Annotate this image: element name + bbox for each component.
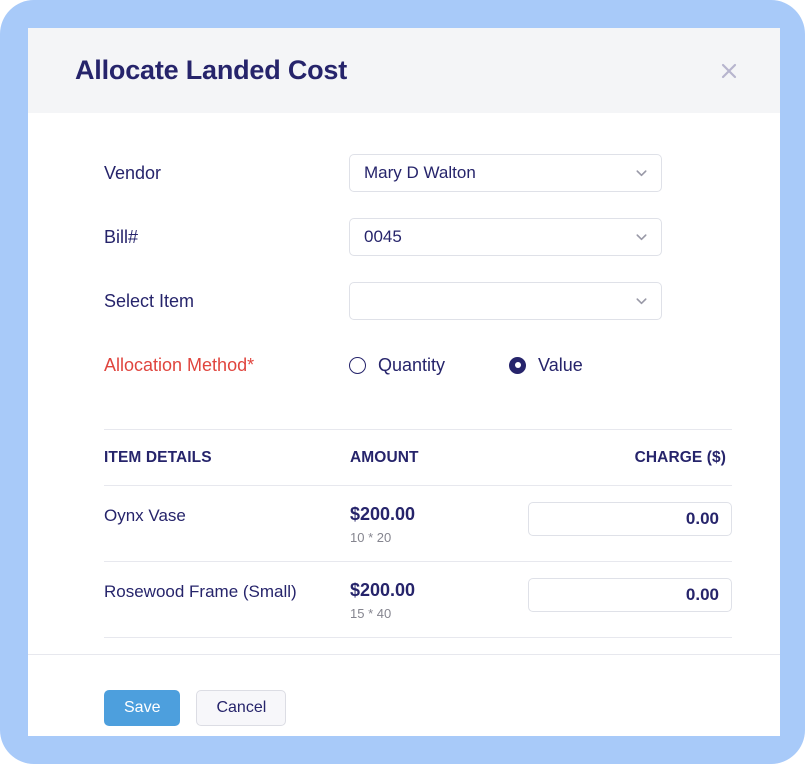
radio-value[interactable]: Value [509, 355, 583, 376]
charge-input[interactable] [528, 578, 732, 612]
item-amount-breakdown: 15 * 40 [350, 606, 392, 621]
radio-value-label: Value [538, 354, 583, 375]
bill-select-value: 0045 [364, 227, 402, 246]
table-header-row: ITEM DETAILS AMOUNT CHARGE ($) [104, 430, 732, 486]
vendor-label: Vendor [104, 162, 162, 183]
column-header-amount: AMOUNT [350, 448, 419, 466]
item-select[interactable] [349, 282, 662, 320]
item-amount-cell: $200.00 15 * 40 [350, 578, 490, 621]
item-amount-breakdown: 10 * 20 [350, 530, 392, 545]
cancel-button[interactable]: Cancel [196, 689, 287, 726]
item-name: Rosewood Frame (Small) [104, 582, 297, 601]
item-name: Oynx Vase [104, 506, 186, 525]
vendor-select-value: Mary D Walton [364, 163, 476, 182]
radio-checked-icon [509, 356, 527, 374]
item-details-table: ITEM DETAILS AMOUNT CHARGE ($) Oynx Vase… [104, 429, 732, 638]
modal-body: Vendor Mary D Walton Bill# 0045 Select I… [28, 113, 780, 654]
item-charge-cell [490, 578, 732, 612]
item-amount-cell: $200.00 10 * 20 [350, 502, 490, 545]
form-row-vendor: Vendor Mary D Walton [104, 141, 732, 205]
allocation-method-radio-group: Quantity Value [349, 355, 583, 376]
chevron-down-icon [634, 294, 649, 309]
column-header-charge: CHARGE ($) [634, 448, 726, 466]
allocation-method-label: Allocation Method* [104, 354, 255, 375]
form-row-allocation-method: Allocation Method* Quantity Value [104, 333, 732, 397]
form-row-select-item: Select Item [104, 269, 732, 333]
radio-quantity-label: Quantity [378, 354, 446, 375]
bill-select[interactable]: 0045 [349, 218, 662, 256]
table-row: Oynx Vase $200.00 10 * 20 [104, 486, 732, 562]
bill-label: Bill# [104, 226, 139, 247]
radio-unchecked-icon [349, 356, 366, 374]
select-item-label: Select Item [104, 290, 195, 311]
chevron-down-icon [634, 166, 649, 181]
item-amount: $200.00 [350, 504, 416, 524]
close-icon[interactable] [712, 54, 746, 88]
page-title: Allocate Landed Cost [75, 55, 348, 85]
radio-quantity[interactable]: Quantity [349, 355, 445, 376]
form-row-bill: Bill# 0045 [104, 205, 732, 269]
vendor-select[interactable]: Mary D Walton [349, 154, 662, 192]
item-amount: $200.00 [350, 580, 416, 600]
column-header-item-details: ITEM DETAILS [104, 448, 212, 466]
modal-header: Allocate Landed Cost [28, 28, 780, 113]
allocate-landed-cost-modal: Allocate Landed Cost Vendor Mary D Walto… [28, 28, 780, 736]
chevron-down-icon [634, 230, 649, 245]
modal-footer: Save Cancel [28, 654, 780, 736]
save-button[interactable]: Save [104, 689, 181, 726]
item-charge-cell [490, 502, 732, 536]
charge-input[interactable] [528, 502, 732, 536]
table-row: Rosewood Frame (Small) $200.00 15 * 40 [104, 562, 732, 638]
